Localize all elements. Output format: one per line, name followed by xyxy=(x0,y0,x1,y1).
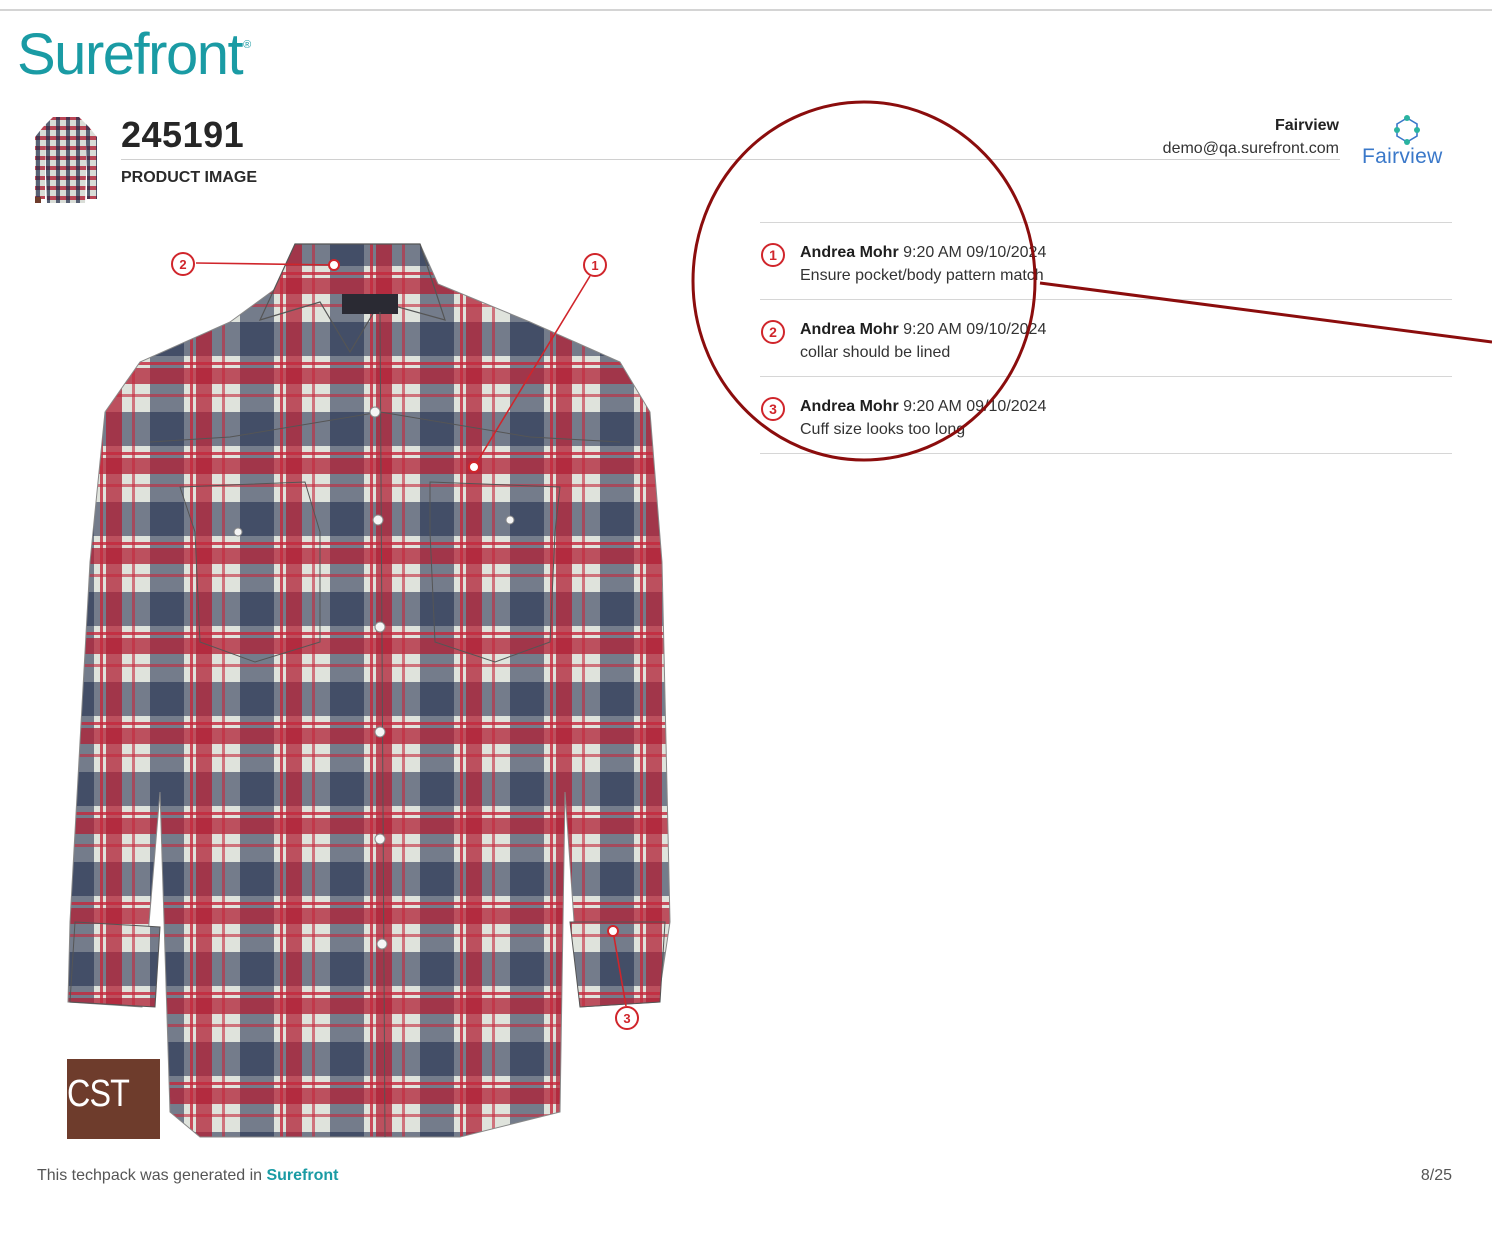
page-number: 8/25 xyxy=(1420,1167,1452,1184)
comment-time: 9:20 AM 09/10/2024 xyxy=(903,244,1047,261)
company-name: Fairview xyxy=(1274,117,1339,134)
product-code: 245191 xyxy=(121,114,245,155)
comment-time: 9:20 AM 09/10/2024 xyxy=(903,398,1047,415)
comment-author: Andrea Mohr xyxy=(800,398,899,415)
comment-list: 1 Andrea Mohr 9:20 AM 09/10/2024 Ensure … xyxy=(760,222,1452,454)
comment-text: Ensure pocket/body pattern match xyxy=(800,267,1044,284)
comment-number-badge: 2 xyxy=(761,320,785,344)
comment-text: collar should be lined xyxy=(800,344,951,361)
section-title: PRODUCT IMAGE xyxy=(121,169,257,186)
comment-number-badge: 3 xyxy=(761,397,785,421)
surefront-logo: Surefront® xyxy=(17,22,252,87)
footer-brand-link[interactable]: Surefront xyxy=(266,1167,338,1184)
comment-author: Andrea Mohr xyxy=(800,321,899,338)
top-divider xyxy=(0,9,1492,11)
comment-meta: Andrea Mohr 9:20 AM 09/10/2024 xyxy=(800,398,1046,416)
fairview-logo-text: Fairview xyxy=(1362,145,1443,168)
comment-item[interactable]: 2 Andrea Mohr 9:20 AM 09/10/2024 collar … xyxy=(760,299,1452,376)
comment-item[interactable]: 1 Andrea Mohr 9:20 AM 09/10/2024 Ensure … xyxy=(760,222,1452,299)
fairview-logo-icon xyxy=(1394,115,1420,145)
comment-meta: Andrea Mohr 9:20 AM 09/10/2024 xyxy=(800,321,1046,339)
comment-number-badge: 1 xyxy=(761,243,785,267)
footer-note: This techpack was generated in Surefront xyxy=(37,1167,339,1184)
product-thumbnail[interactable] xyxy=(33,113,99,207)
comment-time: 9:20 AM 09/10/2024 xyxy=(903,321,1047,338)
comment-item[interactable]: 3 Andrea Mohr 9:20 AM 09/10/2024 Cuff si… xyxy=(760,376,1452,454)
comment-text: Cuff size looks too long xyxy=(800,421,966,438)
comment-author: Andrea Mohr xyxy=(800,244,899,261)
comment-meta: Andrea Mohr 9:20 AM 09/10/2024 xyxy=(800,244,1046,262)
user-email: demo@qa.surefront.com xyxy=(1162,140,1339,157)
header-divider xyxy=(121,159,1340,160)
product-image[interactable] xyxy=(60,232,690,1142)
brand-label-tag: CST xyxy=(67,1059,160,1139)
